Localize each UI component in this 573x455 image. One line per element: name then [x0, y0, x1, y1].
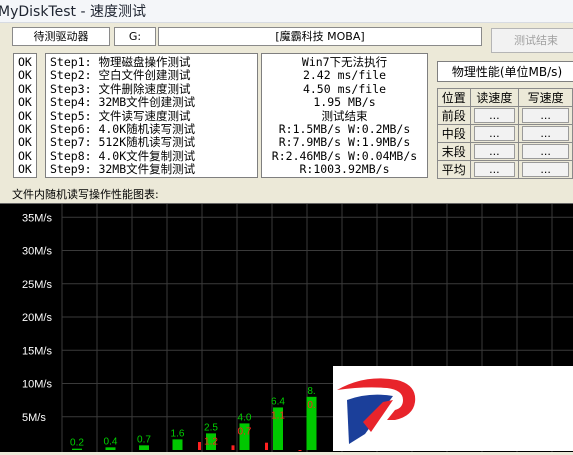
physical-row: 前段......: [437, 106, 573, 125]
end-test-button[interactable]: 测试结束: [491, 28, 573, 53]
read-bar: [139, 445, 149, 450]
physical-row: 中段......: [437, 124, 573, 143]
step-status: OK: [18, 95, 32, 110]
physical-table: 位置 读速度 写速度 前段...... 中段...... 末段...... 平均...…: [437, 88, 573, 179]
physical-read-button[interactable]: ...: [473, 162, 516, 177]
step-result: Win7下无法执行: [301, 55, 388, 69]
step-name: Step9: 32MB文件复制测试: [50, 162, 196, 177]
physical-read-button[interactable]: ...: [473, 144, 516, 159]
step-result: 2.42 ms/file: [302, 68, 387, 83]
step-status: OK: [18, 108, 32, 123]
step-name: Step5: 文件读写速度测试: [50, 108, 191, 123]
physical-write-cell: ...: [518, 124, 573, 143]
read-bar: [105, 447, 116, 450]
step-result: 1.95 MB/s: [313, 95, 376, 110]
y-tick-label: 10M/s: [22, 379, 52, 391]
step-status: OK: [18, 55, 32, 69]
step-name: Step7: 512K随机读写测试: [50, 135, 196, 150]
physical-row-label: 前段: [437, 106, 471, 125]
write-value-label: 0.: [307, 400, 315, 411]
step-status: OK: [18, 148, 32, 163]
read-value-label: 6.4: [271, 396, 285, 407]
step-result: R:1.5MB/s W:0.2MB/s: [278, 122, 411, 137]
y-tick-label: 5M/s: [22, 412, 46, 424]
physical-title: 物理性能(单位MB/s): [451, 65, 563, 79]
y-tick-label: 15M/s: [22, 345, 52, 357]
y-tick-label: 20M/s: [22, 312, 52, 324]
physical-header-write: 写速度: [518, 88, 573, 107]
read-value-label: 1.6: [171, 428, 185, 439]
physical-write-button[interactable]: ...: [522, 162, 569, 177]
drive-name-field: [魔霸科技 MOBA]: [158, 27, 482, 46]
step-name: Step4: 32MB文件创建测试: [50, 95, 196, 110]
write-value-label: 1.2: [204, 436, 218, 447]
step-name: Step6: 4.0K随机读写测试: [50, 122, 196, 137]
window-title: MyDiskTest - 速度测试: [0, 4, 146, 20]
physical-read-cell: ...: [469, 142, 520, 161]
physical-write-cell: ...: [518, 106, 573, 125]
step-result: R:7.9MB/s W:1.9MB/s: [278, 135, 411, 150]
step-list: Step1: 物理磁盘操作测试 Step2: 空白文件创建测试 Step3: 文件删…: [45, 53, 258, 178]
moba-logo-icon: [337, 378, 416, 444]
physical-read-cell: ...: [469, 160, 520, 179]
step-result: 测试结束: [321, 108, 368, 123]
physical-header-position: 位置: [437, 88, 471, 107]
title-bar: MyDiskTest - 速度测试: [0, 0, 573, 23]
step-name: Step3: 文件删除速度测试: [50, 81, 191, 96]
step-result: 4.50 ms/file: [302, 81, 387, 96]
step-status: OK: [18, 122, 32, 137]
write-bar: [198, 442, 201, 450]
write-value-label: 0.7: [238, 426, 252, 437]
physical-read-cell: ...: [469, 106, 520, 125]
step-name: Step1: 物理磁盘操作测试: [50, 55, 191, 69]
physical-write-cell: ...: [518, 160, 573, 179]
step-status: OK: [18, 68, 32, 83]
write-bar: [231, 445, 235, 450]
read-value-label: 0.7: [137, 434, 151, 445]
status-list: OK OK OK OK OK OK OK OK OK: [13, 53, 37, 178]
step-result: R:1003.92MB/s: [299, 162, 390, 177]
step-status: OK: [18, 135, 32, 150]
read-bar: [72, 448, 82, 450]
physical-write-button[interactable]: ...: [522, 144, 569, 159]
read-value-label: 8.: [307, 386, 315, 397]
physical-row-label: 末段: [437, 142, 471, 161]
read-value-label: 4.0: [238, 412, 252, 423]
write-bar: [265, 442, 268, 450]
physical-row: 平均......: [437, 160, 573, 179]
physical-row-label: 中段: [437, 124, 471, 143]
physical-header-read: 读速度: [469, 88, 520, 107]
read-value-label: 0.4: [104, 436, 118, 447]
step-status: OK: [18, 162, 32, 177]
physical-read-button[interactable]: ...: [473, 126, 516, 141]
drive-letter-field: G:: [114, 27, 156, 46]
physical-row-label: 平均: [437, 160, 471, 179]
read-value-label: 0.2: [70, 438, 84, 449]
step-name: Step8: 4.0K文件复制测试: [50, 148, 196, 163]
step-result: R:2.46MB/s W:0.04MB/s: [271, 148, 418, 163]
logo-panel: [333, 366, 573, 451]
physical-row: 末段......: [437, 142, 573, 161]
read-value-label: 2.5: [204, 422, 218, 433]
chart-caption: 文件内随机读写操作性能图表:: [12, 188, 159, 201]
step-name: Step2: 空白文件创建测试: [50, 68, 191, 83]
write-value-label: 1.1: [271, 410, 285, 421]
physical-read-cell: ...: [469, 124, 520, 143]
y-tick-label: 35M/s: [22, 212, 52, 224]
physical-write-cell: ...: [518, 142, 573, 161]
result-list: Win7下无法执行 2.42 ms/file 4.50 ms/file 1.95 MB…: [261, 53, 428, 178]
physical-read-button[interactable]: ...: [473, 108, 516, 123]
physical-title-box: 物理性能(单位MB/s): [437, 61, 573, 82]
read-bar: [172, 439, 183, 450]
y-tick-label: 30M/s: [22, 246, 52, 258]
physical-write-button[interactable]: ...: [522, 126, 569, 141]
drive-status-field: 待测驱动器: [12, 27, 110, 46]
physical-write-button[interactable]: ...: [522, 108, 569, 123]
step-status: OK: [18, 81, 32, 96]
y-tick-label: 25M/s: [22, 279, 52, 291]
